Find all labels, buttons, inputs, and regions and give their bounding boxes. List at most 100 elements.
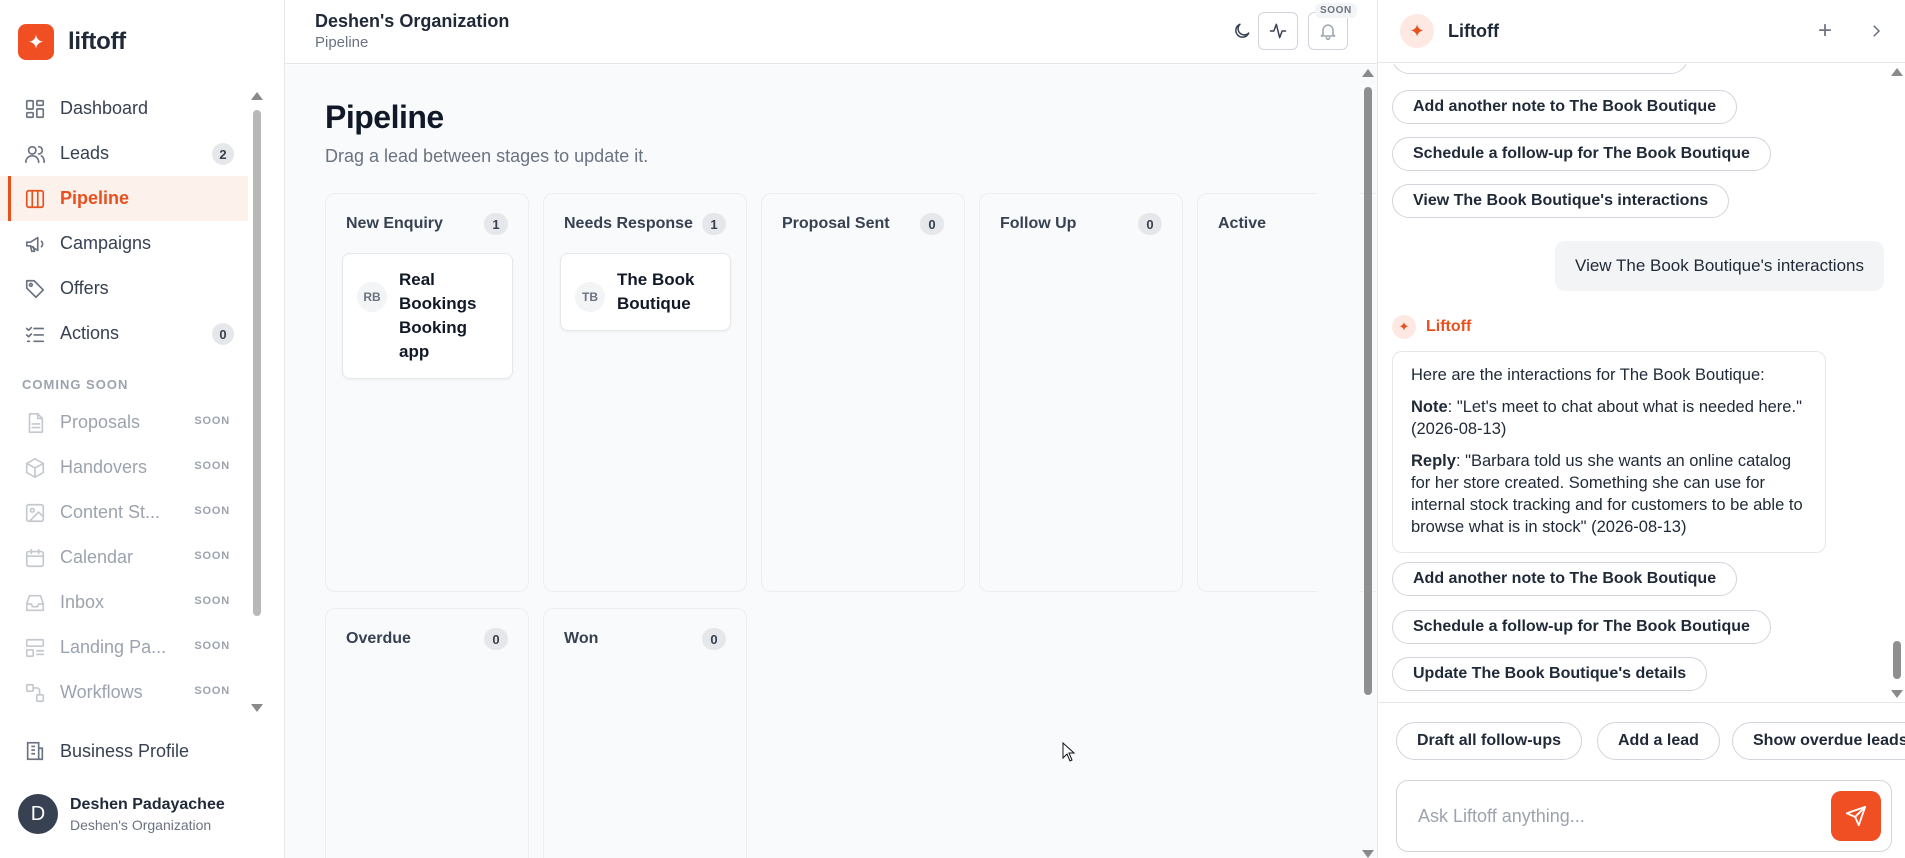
main-scrollbar[interactable] [1359,65,1377,858]
soon-tag: SOON [194,595,230,607]
scroll-down-arrow-icon[interactable] [251,704,263,712]
chat-input[interactable] [1398,782,1828,850]
chat-chip-previous[interactable] [1392,64,1688,74]
activity-button[interactable] [1258,12,1298,50]
sparkle-icon: ✦ [1392,315,1416,339]
chip-update-details[interactable]: Update The Book Boutique's details [1392,657,1708,691]
stage-count-badge: 1 [484,213,508,235]
stage-column-new-enquiry[interactable]: New Enquiry 1 RB Real Bookings Booking a… [325,193,529,592]
board-overflow-mask [1317,185,1359,605]
sidebar-nav: Dashboard Leads 2 Pipeline Campaigns Off… [0,86,248,716]
stage-count-badge: 1 [702,213,726,235]
note-text: : "Let's meet to chat about what is need… [1411,398,1802,438]
suggestion-draft-follow-ups[interactable]: Draft all follow-ups [1396,722,1582,760]
sidebar-item-pipeline[interactable]: Pipeline [0,176,248,221]
stage-column-needs-response[interactable]: Needs Response 1 TB The Book Boutique [543,193,747,592]
assistant-title: Liftoff [1448,21,1499,41]
sidebar-item-leads[interactable]: Leads 2 [0,131,248,176]
chip-schedule-follow-up[interactable]: Schedule a follow-up for The Book Boutiq… [1392,137,1771,171]
chip-add-note[interactable]: Add another note to The Book Boutique [1392,562,1738,596]
business-profile-link[interactable]: Business Profile [24,740,189,762]
user-name: Deshen Padayachee [70,795,225,813]
workflow-icon [24,682,46,704]
sidebar-item-handovers[interactable]: Handovers SOON [0,445,248,490]
scroll-up-arrow-icon[interactable] [1362,69,1374,77]
stage-name: New Enquiry [346,215,443,232]
soon-tag: SOON [194,685,230,697]
stage-name: Needs Response [564,215,693,232]
reply-label: Reply [1411,452,1456,470]
send-icon [1845,805,1867,827]
sidebar-item-label: Landing Pa... [60,637,167,657]
chat-scrollbar[interactable] [1888,64,1905,702]
lead-card-real-bookings[interactable]: RB Real Bookings Booking app [342,253,513,379]
brand-logo[interactable]: ✦ liftoff [18,24,126,60]
soon-tag: SOON [194,415,230,427]
avatar: D [18,794,58,834]
business-profile-label: Business Profile [60,740,190,761]
scrollbar-thumb[interactable] [1893,641,1901,679]
stage-name: Active [1218,215,1267,232]
send-button[interactable] [1831,791,1881,841]
sidebar-item-offers[interactable]: Offers [0,266,248,311]
layout-icon [24,637,46,659]
stage-name: Follow Up [1000,215,1077,232]
megaphone-icon [24,233,46,255]
lead-avatar: RB [357,282,387,312]
stage-column-won[interactable]: Won 0 [543,608,747,858]
chat-messages: Add another note to The Book Boutique Sc… [1378,64,1905,702]
leads-count-badge: 2 [212,143,234,165]
sidebar-item-calendar[interactable]: Calendar SOON [0,535,248,580]
stage-column-proposal-sent[interactable]: Proposal Sent 0 [761,193,965,592]
response-reply: Reply: "Barbara told us she wants an onl… [1411,450,1807,538]
assistant-message: Here are the interactions for The Book B… [1392,351,1826,553]
box-icon [24,457,46,479]
chip-schedule-follow-up[interactable]: Schedule a follow-up for The Book Boutiq… [1392,610,1771,644]
stage-column-overdue[interactable]: Overdue 0 [325,608,529,858]
lead-card-the-book-boutique[interactable]: TB The Book Boutique [560,253,731,331]
scrollbar-thumb[interactable] [253,110,261,616]
scrollbar-thumb[interactable] [1364,87,1372,695]
sidebar-scrollbar[interactable] [248,88,266,716]
soon-tag: SOON [194,550,230,562]
soon-badge: SOON [1315,3,1357,18]
assistant-name: Liftoff [1426,318,1472,335]
user-message: View The Book Boutique's interactions [1555,241,1884,291]
sidebar-item-workflows[interactable]: Workflows SOON [0,670,248,715]
assistant-panel: ✦ Liftoff + Add another note to The Book… [1377,0,1905,858]
sidebar-item-landing-pages[interactable]: Landing Pa... SOON [0,625,248,670]
sparkle-icon: ✦ [1400,14,1434,48]
sidebar: ✦ liftoff Dashboard Leads 2 Pipeline Cam… [0,0,285,858]
stage-column-follow-up[interactable]: Follow Up 0 [979,193,1183,592]
assistant-label: ✦ Liftoff [1392,315,1471,339]
user-profile[interactable]: D Deshen Padayachee Deshen's Organizatio… [18,794,225,834]
collapse-panel-button[interactable] [1861,16,1891,46]
suggestion-show-overdue[interactable]: Show overdue leads [1732,722,1905,760]
chip-view-interactions[interactable]: View The Book Boutique's interactions [1392,184,1730,218]
sidebar-item-inbox[interactable]: Inbox SOON [0,580,248,625]
soon-tag: SOON [194,505,230,517]
scroll-down-arrow-icon[interactable] [1891,690,1903,698]
stage-count-badge: 0 [484,628,508,650]
sidebar-item-label: Offers [60,278,109,298]
stage-count-badge: 0 [702,628,726,650]
sidebar-item-dashboard[interactable]: Dashboard [0,86,248,131]
scroll-down-arrow-icon[interactable] [1362,850,1374,858]
stage-count-badge: 0 [920,213,944,235]
scroll-up-arrow-icon[interactable] [251,92,263,100]
sidebar-item-proposals[interactable]: Proposals SOON [0,400,248,445]
breadcrumb: Pipeline [315,34,369,51]
sidebar-item-label: Dashboard [60,98,149,118]
sidebar-item-content-studio[interactable]: Content St... SOON [0,490,248,535]
chip-add-note[interactable]: Add another note to The Book Boutique [1392,90,1738,124]
sidebar-item-label: Proposals [60,412,141,432]
theme-toggle-button[interactable] [1222,12,1262,50]
sidebar-item-campaigns[interactable]: Campaigns [0,221,248,266]
calendar-icon [24,547,46,569]
dashboard-icon [24,98,46,120]
sidebar-item-actions[interactable]: Actions 0 [0,311,248,356]
suggestion-add-lead[interactable]: Add a lead [1597,722,1720,760]
scroll-up-arrow-icon[interactable] [1891,68,1903,76]
new-chat-button[interactable]: + [1810,16,1840,46]
sidebar-item-label: Calendar [60,547,134,567]
